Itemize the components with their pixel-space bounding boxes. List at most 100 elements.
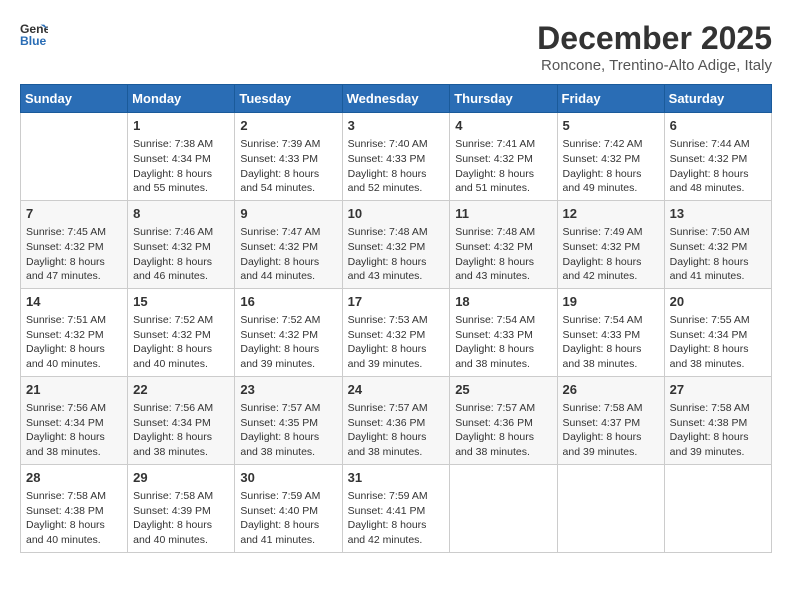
day-info: Sunrise: 7:57 AM Sunset: 4:36 PM Dayligh… [455,401,551,460]
day-number: 8 [133,205,229,223]
calendar-cell [557,464,664,552]
calendar-cell: 24Sunrise: 7:57 AM Sunset: 4:36 PM Dayli… [342,376,450,464]
day-number: 28 [26,469,122,487]
day-number: 22 [133,381,229,399]
calendar-cell: 4 Sunrise: 7:41 AM Sunset: 4:32 PM Daylig… [450,113,557,201]
day-info: Sunrise: 7:56 AM Sunset: 4:34 PM Dayligh… [133,401,229,460]
weekday-label: Tuesday [235,85,342,113]
weekday-header-row: SundayMondayTuesdayWednesdayThursdayFrid… [21,85,772,113]
day-number: 14 [26,293,122,311]
calendar-week-row: 21 Sunrise: 7:56 AM Sunset: 4:34 PM Dayli… [21,376,772,464]
day-info: Sunrise: 7:48 AM Sunset: 4:32 PM Dayligh… [455,225,551,284]
day-info: Sunrise: 7:58 AM Sunset: 4:39 PM Dayligh… [133,489,229,548]
day-number: 24 [348,381,445,399]
svg-text:Blue: Blue [20,34,47,48]
calendar-cell: 21 Sunrise: 7:56 AM Sunset: 4:34 PM Dayli… [21,376,128,464]
title-block: December 2025 Roncone, Trentino-Alto Adi… [537,20,772,74]
calendar-cell: 3Sunrise: 7:40 AM Sunset: 4:33 PM Daylig… [342,113,450,201]
calendar-week-row: 28 Sunrise: 7:58 AM Sunset: 4:38 PM Dayli… [21,464,772,552]
calendar-cell: 8Sunrise: 7:46 AM Sunset: 4:32 PM Daylig… [128,200,235,288]
day-number: 30 [240,469,336,487]
calendar-body: 1 Sunrise: 7:38 AM Sunset: 4:34 PM Daylig… [21,113,772,553]
calendar-cell: 5 Sunrise: 7:42 AM Sunset: 4:32 PM Daylig… [557,113,664,201]
calendar-table: SundayMondayTuesdayWednesdayThursdayFrid… [20,84,772,553]
day-number: 4 [455,117,551,135]
calendar-cell: 14Sunrise: 7:51 AM Sunset: 4:32 PM Dayli… [21,288,128,376]
day-info: Sunrise: 7:56 AM Sunset: 4:34 PM Dayligh… [26,401,122,460]
day-number: 2 [240,117,336,135]
day-number: 1 [133,117,229,135]
day-info: Sunrise: 7:57 AM Sunset: 4:35 PM Dayligh… [240,401,336,460]
calendar-cell: 22 Sunrise: 7:56 AM Sunset: 4:34 PM Dayli… [128,376,235,464]
day-info: Sunrise: 7:50 AM Sunset: 4:32 PM Dayligh… [670,225,766,284]
calendar-cell: 13 Sunrise: 7:50 AM Sunset: 4:32 PM Dayli… [664,200,771,288]
calendar-cell: 23Sunrise: 7:57 AM Sunset: 4:35 PM Dayli… [235,376,342,464]
weekday-label: Thursday [450,85,557,113]
day-info: Sunrise: 7:49 AM Sunset: 4:32 PM Dayligh… [563,225,659,284]
day-info: Sunrise: 7:40 AM Sunset: 4:33 PM Dayligh… [348,137,445,196]
day-number: 18 [455,293,551,311]
day-number: 19 [563,293,659,311]
day-number: 13 [670,205,766,223]
day-number: 5 [563,117,659,135]
calendar-cell [450,464,557,552]
calendar-cell: 1 Sunrise: 7:38 AM Sunset: 4:34 PM Daylig… [128,113,235,201]
day-number: 27 [670,381,766,399]
day-number: 31 [348,469,445,487]
day-info: Sunrise: 7:54 AM Sunset: 4:33 PM Dayligh… [455,313,551,372]
calendar-cell: 20Sunrise: 7:55 AM Sunset: 4:34 PM Dayli… [664,288,771,376]
calendar-week-row: 1 Sunrise: 7:38 AM Sunset: 4:34 PM Daylig… [21,113,772,201]
day-info: Sunrise: 7:44 AM Sunset: 4:32 PM Dayligh… [670,137,766,196]
logo: General Blue [20,20,48,48]
calendar-cell: 12Sunrise: 7:49 AM Sunset: 4:32 PM Dayli… [557,200,664,288]
day-info: Sunrise: 7:58 AM Sunset: 4:38 PM Dayligh… [26,489,122,548]
day-number: 29 [133,469,229,487]
day-number: 15 [133,293,229,311]
calendar-cell: 6Sunrise: 7:44 AM Sunset: 4:32 PM Daylig… [664,113,771,201]
calendar-cell: 27 Sunrise: 7:58 AM Sunset: 4:38 PM Dayli… [664,376,771,464]
day-number: 16 [240,293,336,311]
calendar-week-row: 14Sunrise: 7:51 AM Sunset: 4:32 PM Dayli… [21,288,772,376]
day-number: 7 [26,205,122,223]
day-info: Sunrise: 7:59 AM Sunset: 4:40 PM Dayligh… [240,489,336,548]
weekday-label: Wednesday [342,85,450,113]
calendar-cell: 31 Sunrise: 7:59 AM Sunset: 4:41 PM Dayli… [342,464,450,552]
calendar-cell: 10 Sunrise: 7:48 AM Sunset: 4:32 PM Dayli… [342,200,450,288]
calendar-cell [664,464,771,552]
day-number: 17 [348,293,445,311]
day-info: Sunrise: 7:38 AM Sunset: 4:34 PM Dayligh… [133,137,229,196]
weekday-label: Sunday [21,85,128,113]
calendar-cell: 26 Sunrise: 7:58 AM Sunset: 4:37 PM Dayli… [557,376,664,464]
weekday-label: Friday [557,85,664,113]
page-header: General Blue December 2025 Roncone, Tren… [20,20,772,74]
logo-icon: General Blue [20,20,48,48]
day-info: Sunrise: 7:39 AM Sunset: 4:33 PM Dayligh… [240,137,336,196]
calendar-cell: 9Sunrise: 7:47 AM Sunset: 4:32 PM Daylig… [235,200,342,288]
calendar-cell: 18 Sunrise: 7:54 AM Sunset: 4:33 PM Dayli… [450,288,557,376]
day-info: Sunrise: 7:42 AM Sunset: 4:32 PM Dayligh… [563,137,659,196]
day-info: Sunrise: 7:47 AM Sunset: 4:32 PM Dayligh… [240,225,336,284]
day-number: 26 [563,381,659,399]
day-number: 21 [26,381,122,399]
month-title: December 2025 [537,20,772,57]
day-info: Sunrise: 7:48 AM Sunset: 4:32 PM Dayligh… [348,225,445,284]
calendar-cell: 2 Sunrise: 7:39 AM Sunset: 4:33 PM Daylig… [235,113,342,201]
day-number: 25 [455,381,551,399]
calendar-cell: 29 Sunrise: 7:58 AM Sunset: 4:39 PM Dayli… [128,464,235,552]
day-info: Sunrise: 7:45 AM Sunset: 4:32 PM Dayligh… [26,225,122,284]
calendar-cell: 19 Sunrise: 7:54 AM Sunset: 4:33 PM Dayli… [557,288,664,376]
day-info: Sunrise: 7:58 AM Sunset: 4:37 PM Dayligh… [563,401,659,460]
day-info: Sunrise: 7:52 AM Sunset: 4:32 PM Dayligh… [133,313,229,372]
calendar-cell: 7 Sunrise: 7:45 AM Sunset: 4:32 PM Daylig… [21,200,128,288]
day-info: Sunrise: 7:59 AM Sunset: 4:41 PM Dayligh… [348,489,445,548]
day-number: 11 [455,205,551,223]
day-info: Sunrise: 7:53 AM Sunset: 4:32 PM Dayligh… [348,313,445,372]
day-info: Sunrise: 7:54 AM Sunset: 4:33 PM Dayligh… [563,313,659,372]
day-number: 20 [670,293,766,311]
calendar-cell: 28 Sunrise: 7:58 AM Sunset: 4:38 PM Dayli… [21,464,128,552]
location-subtitle: Roncone, Trentino-Alto Adige, Italy [537,57,772,74]
calendar-cell: 11 Sunrise: 7:48 AM Sunset: 4:32 PM Dayli… [450,200,557,288]
day-info: Sunrise: 7:41 AM Sunset: 4:32 PM Dayligh… [455,137,551,196]
day-info: Sunrise: 7:58 AM Sunset: 4:38 PM Dayligh… [670,401,766,460]
day-number: 10 [348,205,445,223]
